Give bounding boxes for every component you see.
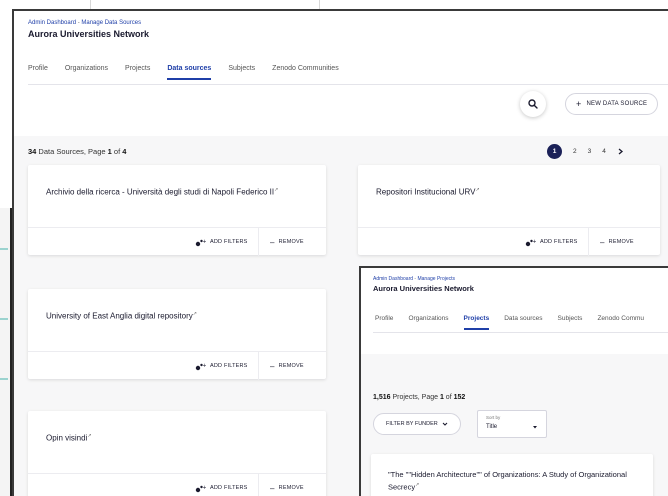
tab-projects[interactable]: Projects <box>463 315 490 330</box>
card-actions: + ADD FILTERS – REMOVE <box>28 473 326 496</box>
breadcrumb-current: Manage Data Sources <box>81 20 142 26</box>
background-window-edge-left <box>0 208 12 496</box>
add-filter-icon: + <box>195 485 207 492</box>
card-actions: + ADD FILTERS – REMOVE <box>28 227 326 256</box>
data-source-name[interactable]: Opin visindi↗ <box>46 433 92 443</box>
page-title: Aurora Universities Network <box>28 29 150 39</box>
total-pages: 152 <box>453 394 466 401</box>
page-button-4[interactable]: 4 <box>602 148 606 155</box>
data-source-name[interactable]: University of East Anglia digital reposi… <box>46 311 197 321</box>
pagination: 1 2 3 4 <box>547 144 624 159</box>
breadcrumb: Admin Dashboard - Manage Projects <box>373 276 455 282</box>
sort-label: Sort by <box>486 415 501 420</box>
breadcrumb-parent[interactable]: Admin Dashboard <box>373 276 413 282</box>
data-source-name[interactable]: Repositori Institucional URV↗ <box>376 187 480 197</box>
svg-text:+: + <box>203 363 207 369</box>
svg-text:+: + <box>203 239 207 245</box>
add-filters-button[interactable]: + ADD FILTERS <box>524 228 578 256</box>
total-pages: 4 <box>122 147 127 156</box>
project-title[interactable]: "The ""Hidden Architecture"" of Organiza… <box>388 469 638 493</box>
minus-icon: – <box>270 237 275 247</box>
breadcrumb-separator: - <box>414 276 417 282</box>
new-data-source-button[interactable]: + NEW DATA SOURCE <box>565 93 659 115</box>
page-button-3[interactable]: 3 <box>588 148 592 155</box>
tab-divider <box>28 84 668 85</box>
tab-divider <box>373 332 668 333</box>
tab-bar: Profile Organizations Projects Data sour… <box>28 65 356 80</box>
filter-by-funder-button[interactable]: FILTER BY FUNDER <box>373 413 461 435</box>
minus-icon: – <box>270 361 275 371</box>
external-link-icon: ↗ <box>192 311 197 317</box>
add-filters-button[interactable]: + ADD FILTERS <box>194 228 248 256</box>
sort-select[interactable]: Sort by Title <box>477 410 547 438</box>
tab-data-sources[interactable]: Data sources <box>167 65 212 80</box>
add-filters-button[interactable]: + ADD FILTERS <box>194 352 248 380</box>
tab-organizations[interactable]: Organizations <box>408 315 448 330</box>
external-link-icon: ↗ <box>415 482 420 488</box>
sort-value: Title <box>486 424 498 430</box>
tab-zenodo-communities[interactable]: Zenodo Communities <box>272 65 339 80</box>
page-header: Admin Dashboard - Manage Projects Aurora… <box>361 268 668 354</box>
minus-icon: – <box>600 237 605 247</box>
search-icon <box>528 99 538 109</box>
tab-bar: Profile Organizations Projects Data sour… <box>375 315 659 330</box>
plus-icon: + <box>576 98 582 109</box>
data-source-card: University of East Anglia digital reposi… <box>28 289 326 380</box>
project-card: "The ""Hidden Architecture"" of Organiza… <box>371 454 653 496</box>
remove-button[interactable]: – REMOVE <box>270 474 304 496</box>
remove-button[interactable]: – REMOVE <box>270 352 304 380</box>
page-header: Admin Dashboard - Manage Data Sources Au… <box>14 11 668 136</box>
tab-data-sources[interactable]: Data sources <box>504 315 542 330</box>
caret-down-icon <box>533 426 537 429</box>
data-source-card: Repositori Institucional URV↗ + ADD FILT… <box>358 165 660 256</box>
tab-profile[interactable]: Profile <box>375 315 393 330</box>
add-filter-icon: + <box>195 363 207 370</box>
card-actions: + ADD FILTERS – REMOVE <box>28 351 326 380</box>
add-filter-icon: + <box>525 239 537 246</box>
external-link-icon: ↗ <box>475 187 480 193</box>
chevron-down-icon <box>442 422 448 426</box>
tab-subjects[interactable]: Subjects <box>228 65 255 80</box>
search-button[interactable] <box>520 91 546 117</box>
results-summary: 1,516 Projects, Page 1 of 152 <box>373 394 466 401</box>
add-filter-icon: + <box>195 239 207 246</box>
remove-button[interactable]: – REMOVE <box>270 228 304 256</box>
breadcrumb: Admin Dashboard - Manage Data Sources <box>28 20 141 26</box>
svg-text:+: + <box>203 485 207 491</box>
chevron-right-icon[interactable] <box>617 148 624 155</box>
results-count: 1,516 <box>373 394 391 401</box>
tab-subjects[interactable]: Subjects <box>558 315 583 330</box>
page-button-current[interactable]: 1 <box>547 144 562 159</box>
breadcrumb-parent[interactable]: Admin Dashboard <box>28 20 76 26</box>
tab-organizations[interactable]: Organizations <box>65 65 108 80</box>
add-filters-button[interactable]: + ADD FILTERS <box>194 474 248 496</box>
new-data-source-label: NEW DATA SOURCE <box>586 101 648 107</box>
breadcrumb-separator: - <box>77 20 80 26</box>
minus-icon: – <box>270 483 275 493</box>
breadcrumb-current: Manage Projects <box>417 276 456 282</box>
tab-zenodo-communities[interactable]: Zenodo Commu <box>597 315 644 330</box>
page-button-2[interactable]: 2 <box>573 148 577 155</box>
external-link-icon: ↗ <box>87 433 92 439</box>
remove-button[interactable]: – REMOVE <box>600 228 634 256</box>
svg-text:+: + <box>533 239 537 245</box>
data-source-card: Opin visindi↗ + ADD FILTERS – REMOVE <box>28 411 326 496</box>
external-link-icon: ↗ <box>274 187 279 193</box>
data-source-name[interactable]: Archivio della ricerca - Università degl… <box>46 187 278 197</box>
tab-profile[interactable]: Profile <box>28 65 48 80</box>
results-summary: 34 Data Sources, Page 1 of 4 <box>28 147 127 156</box>
page-title: Aurora Universities Network <box>373 284 474 293</box>
tab-projects[interactable]: Projects <box>125 65 150 80</box>
card-actions: + ADD FILTERS – REMOVE <box>358 227 660 256</box>
projects-window: Admin Dashboard - Manage Projects Aurora… <box>359 266 668 496</box>
data-source-card: Archivio della ricerca - Università degl… <box>28 165 326 256</box>
